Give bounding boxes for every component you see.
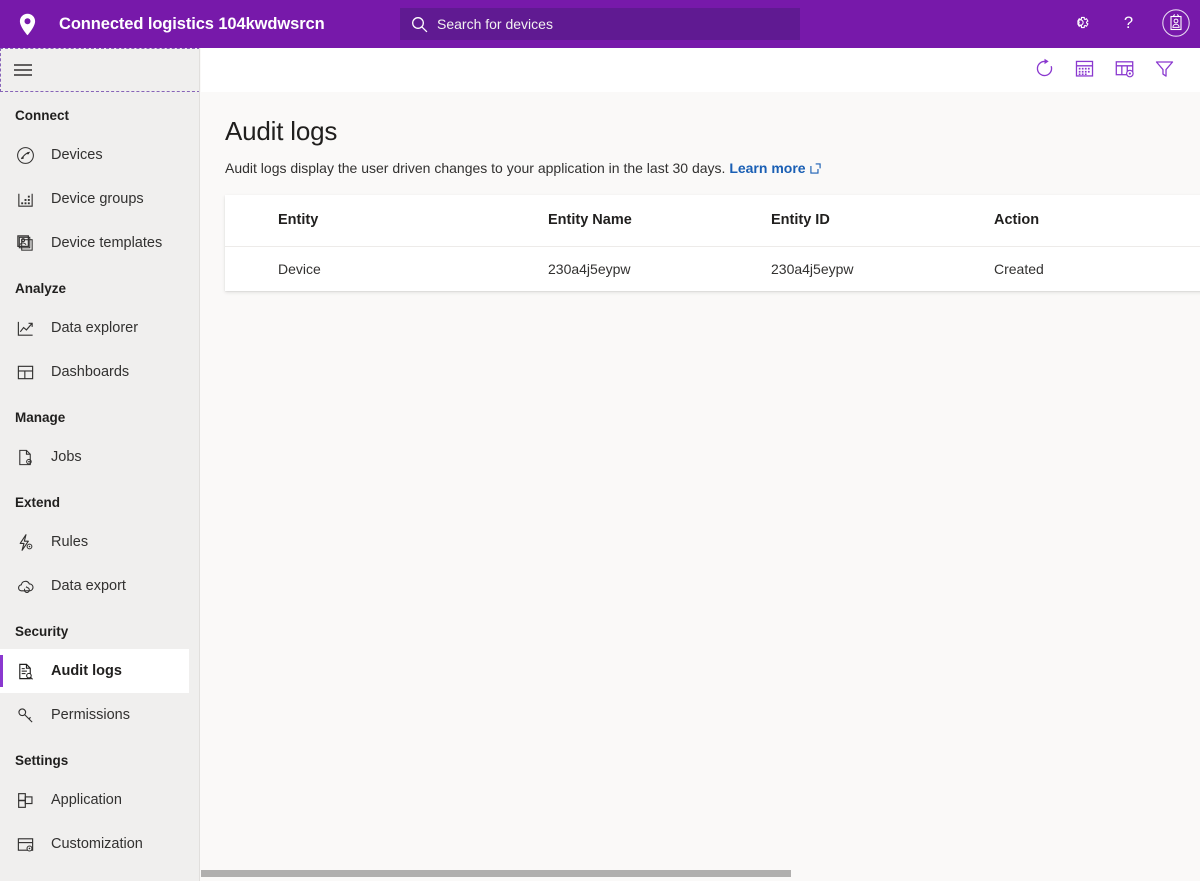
sidebar-item-label: Devices <box>51 147 103 163</box>
devices-icon <box>14 144 36 166</box>
sidebar-section-extend: Extend <box>0 479 199 520</box>
table-header-row: Entity Entity Name Entity ID Action <box>225 195 1200 246</box>
svg-text:?: ? <box>1123 13 1132 32</box>
cell-entity-id: 230a4j5eypw <box>771 246 994 291</box>
hamburger-menu-button[interactable] <box>0 48 200 92</box>
command-bar <box>201 48 1200 92</box>
sidebar-item-audit-logs[interactable]: Audit logs <box>0 649 189 693</box>
sidebar-item-jobs[interactable]: Jobs <box>0 435 199 479</box>
column-header-entity[interactable]: Entity <box>225 195 548 246</box>
search-box[interactable] <box>400 8 800 40</box>
external-link-icon <box>810 161 821 177</box>
brand[interactable]: Connected logistics 104kwdwsrcn <box>0 11 325 37</box>
page-description-text: Audit logs display the user driven chang… <box>225 160 725 176</box>
sidebar-item-label: Jobs <box>51 449 82 465</box>
sidebar: Connect Devices Device groups <box>0 48 200 881</box>
sidebar-item-label: Customization <box>51 836 143 852</box>
user-badge-icon <box>1161 8 1191 41</box>
header-actions: ? <box>1056 0 1200 48</box>
cell-entity-name: 230a4j5eypw <box>548 246 771 291</box>
settings-button[interactable] <box>1056 0 1104 48</box>
sidebar-item-label: Application <box>51 792 122 808</box>
audit-logs-icon <box>14 660 36 682</box>
location-pin-icon <box>14 11 40 37</box>
sidebar-item-dashboards[interactable]: Dashboards <box>0 350 199 394</box>
search-input[interactable] <box>437 9 767 39</box>
calendar-icon <box>1074 58 1095 82</box>
rules-icon <box>14 531 36 553</box>
device-groups-icon <box>14 188 36 210</box>
page-title: Audit logs <box>201 92 1200 147</box>
permissions-key-icon <box>14 704 36 726</box>
sidebar-section-settings: Settings <box>0 737 199 778</box>
account-button[interactable] <box>1152 0 1200 48</box>
sidebar-item-label: Data export <box>51 578 126 594</box>
sidebar-item-devices[interactable]: Devices <box>0 133 199 177</box>
date-range-button[interactable] <box>1064 50 1104 90</box>
learn-more-link[interactable]: Learn more <box>729 160 805 176</box>
column-header-entity-id[interactable]: Entity ID <box>771 195 994 246</box>
column-header-action[interactable]: Action <box>994 195 1200 246</box>
sidebar-item-device-templates[interactable]: Device templates <box>0 221 199 265</box>
sidebar-section-manage: Manage <box>0 394 199 435</box>
sidebar-item-application[interactable]: Application <box>0 778 199 822</box>
search-icon <box>411 16 428 33</box>
column-options-button[interactable] <box>1104 50 1144 90</box>
sidebar-section-connect: Connect <box>0 92 199 133</box>
sidebar-item-permissions[interactable]: Permissions <box>0 693 199 737</box>
sidebar-item-label: Device groups <box>51 191 144 207</box>
app-header: Connected logistics 104kwdwsrcn ? <box>0 0 1200 48</box>
question-mark-icon: ? <box>1118 12 1139 36</box>
audit-logs-table-card: Entity Entity Name Entity ID Action Devi… <box>225 195 1200 291</box>
table-body: Device 230a4j5eypw 230a4j5eypw Created <box>225 246 1200 291</box>
sidebar-item-label: Device templates <box>51 235 162 251</box>
app-title: Connected logistics 104kwdwsrcn <box>59 15 325 34</box>
horizontal-scrollbar[interactable] <box>201 865 1200 881</box>
data-explorer-icon <box>14 317 36 339</box>
table-row[interactable]: Device 230a4j5eypw 230a4j5eypw Created <box>225 246 1200 291</box>
jobs-icon <box>14 446 36 468</box>
help-button[interactable]: ? <box>1104 0 1152 48</box>
device-templates-icon <box>14 232 36 254</box>
dashboards-icon <box>14 361 36 383</box>
filter-icon <box>1154 58 1175 82</box>
hamburger-icon <box>13 63 33 77</box>
main-content: Audit logs Audit logs display the user d… <box>201 92 1200 881</box>
sidebar-section-analyze: Analyze <box>0 265 199 306</box>
sidebar-section-security: Security <box>0 608 199 649</box>
sidebar-item-customization[interactable]: Customization <box>0 822 199 866</box>
sidebar-item-label: Rules <box>51 534 88 550</box>
sidebar-item-label: Data explorer <box>51 320 138 336</box>
gear-icon <box>1070 12 1091 36</box>
table-header: Entity Entity Name Entity ID Action <box>225 195 1200 246</box>
refresh-button[interactable] <box>1024 50 1064 90</box>
sidebar-item-label: Permissions <box>51 707 130 723</box>
sidebar-item-device-groups[interactable]: Device groups <box>0 177 199 221</box>
cell-action: Created <box>994 246 1200 291</box>
audit-logs-table: Entity Entity Name Entity ID Action Devi… <box>225 195 1200 291</box>
sidebar-item-data-export[interactable]: Data export <box>0 564 199 608</box>
refresh-icon <box>1034 58 1055 82</box>
sidebar-item-label: Dashboards <box>51 364 129 380</box>
page-description: Audit logs display the user driven chang… <box>201 147 1200 177</box>
customization-icon <box>14 833 36 855</box>
data-export-icon <box>14 575 36 597</box>
cell-entity: Device <box>225 246 548 291</box>
sidebar-item-data-explorer[interactable]: Data explorer <box>0 306 199 350</box>
filter-button[interactable] <box>1144 50 1184 90</box>
sidebar-item-rules[interactable]: Rules <box>0 520 199 564</box>
column-options-icon <box>1114 58 1135 82</box>
sidebar-item-label: Audit logs <box>51 663 122 679</box>
application-icon <box>14 789 36 811</box>
horizontal-scrollbar-thumb[interactable] <box>201 870 791 877</box>
column-header-entity-name[interactable]: Entity Name <box>548 195 771 246</box>
